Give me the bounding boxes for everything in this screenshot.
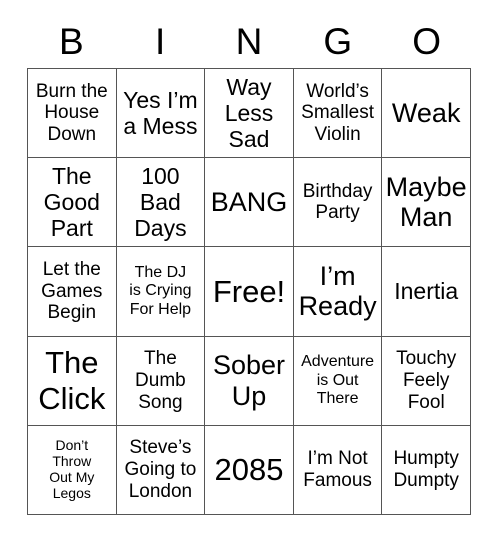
bingo-cell-r1c3[interactable]: Way Less Sad xyxy=(205,69,294,159)
bingo-cell-r3c5[interactable]: Inertia xyxy=(382,247,471,337)
bingo-cell-r2c2[interactable]: 100 Bad Days xyxy=(116,158,206,248)
header-letter-g: G xyxy=(323,20,353,62)
header-letter-i: I xyxy=(155,20,166,62)
bingo-cell-label: Free! xyxy=(212,273,286,309)
bingo-cell-r4c2[interactable]: The Dumb Song xyxy=(116,336,206,426)
bingo-cell-label: The Click xyxy=(38,345,106,416)
bingo-cell-label: The Dumb Song xyxy=(135,348,186,413)
bingo-cell-r2c1[interactable]: The Good Part xyxy=(28,158,117,248)
bingo-cell-label: Steve’s Going to London xyxy=(124,437,197,502)
bingo-cell-label: Sober Up xyxy=(212,349,286,411)
bingo-cell-r4c3[interactable]: Sober Up xyxy=(205,336,294,426)
bingo-cell-label: Adventure is Out There xyxy=(301,353,375,407)
bingo-cell-label: I’m Ready xyxy=(298,260,377,322)
bingo-header: B I N G O xyxy=(27,16,471,66)
bingo-cell-label: BANG xyxy=(210,186,288,217)
bingo-cell-label: Birthday Party xyxy=(302,180,373,224)
bingo-cell-r1c4[interactable]: World’s Smallest Violin xyxy=(293,69,383,159)
bingo-cell-label: Yes I’m a Mess xyxy=(123,86,198,140)
bingo-cell-r1c1[interactable]: Burn the House Down xyxy=(28,69,117,159)
bingo-cell-label: Touchy Feely Fool xyxy=(396,348,457,413)
bingo-cell-r4c1[interactable]: The Click xyxy=(28,336,117,426)
bingo-cell-free-space[interactable]: Free! xyxy=(205,247,294,337)
bingo-cell-label: Don’t Throw Out My Legos xyxy=(49,436,95,501)
bingo-grid: Burn the House Down Yes I’m a Mess Way L… xyxy=(27,68,471,515)
bingo-cell-label: I’m Not Famous xyxy=(303,448,372,491)
bingo-cell-label: Weak xyxy=(391,97,461,128)
bingo-cell-r2c4[interactable]: Birthday Party xyxy=(293,158,383,248)
header-letter-o: O xyxy=(412,20,441,62)
bingo-card: B I N G O Burn the House Down Yes I’m a … xyxy=(0,0,500,544)
bingo-cell-r5c2[interactable]: Steve’s Going to London xyxy=(116,425,206,515)
bingo-cell-r1c2[interactable]: Yes I’m a Mess xyxy=(116,69,206,159)
bingo-cell-label: 100 Bad Days xyxy=(134,162,187,242)
bingo-cell-label: Maybe Man xyxy=(385,171,467,233)
bingo-cell-r2c3[interactable]: BANG xyxy=(205,158,294,248)
bingo-cell-label: Burn the House Down xyxy=(35,80,108,145)
bingo-cell-r3c1[interactable]: Let the Games Begin xyxy=(28,247,117,337)
bingo-cell-label: The Good Part xyxy=(43,162,100,242)
bingo-cell-label: World’s Smallest Violin xyxy=(301,80,375,145)
bingo-cell-r1c5[interactable]: Weak xyxy=(382,69,471,159)
bingo-cell-label: The DJ is Crying For Help xyxy=(129,264,192,318)
bingo-cell-r4c4[interactable]: Adventure is Out There xyxy=(293,336,383,426)
bingo-cell-r5c4[interactable]: I’m Not Famous xyxy=(293,425,383,515)
header-letter-b: B xyxy=(59,20,84,62)
bingo-cell-r3c2[interactable]: The DJ is Crying For Help xyxy=(116,247,206,337)
header-letter-n: N xyxy=(235,20,263,62)
bingo-cell-label: Way Less Sad xyxy=(224,73,274,153)
bingo-cell-r3c4[interactable]: I’m Ready xyxy=(293,247,383,337)
bingo-cell-r5c5[interactable]: Humpty Dumpty xyxy=(382,425,471,515)
bingo-cell-label: Humpty Dumpty xyxy=(393,448,459,491)
bingo-cell-label: Let the Games Begin xyxy=(41,259,103,324)
bingo-cell-label: 2085 xyxy=(214,452,284,488)
bingo-cell-label: Inertia xyxy=(394,278,459,305)
bingo-cell-r4c5[interactable]: Touchy Feely Fool xyxy=(382,336,471,426)
bingo-cell-r5c1[interactable]: Don’t Throw Out My Legos xyxy=(28,425,117,515)
bingo-cell-r5c3[interactable]: 2085 xyxy=(205,425,294,515)
bingo-cell-r2c5[interactable]: Maybe Man xyxy=(382,158,471,248)
